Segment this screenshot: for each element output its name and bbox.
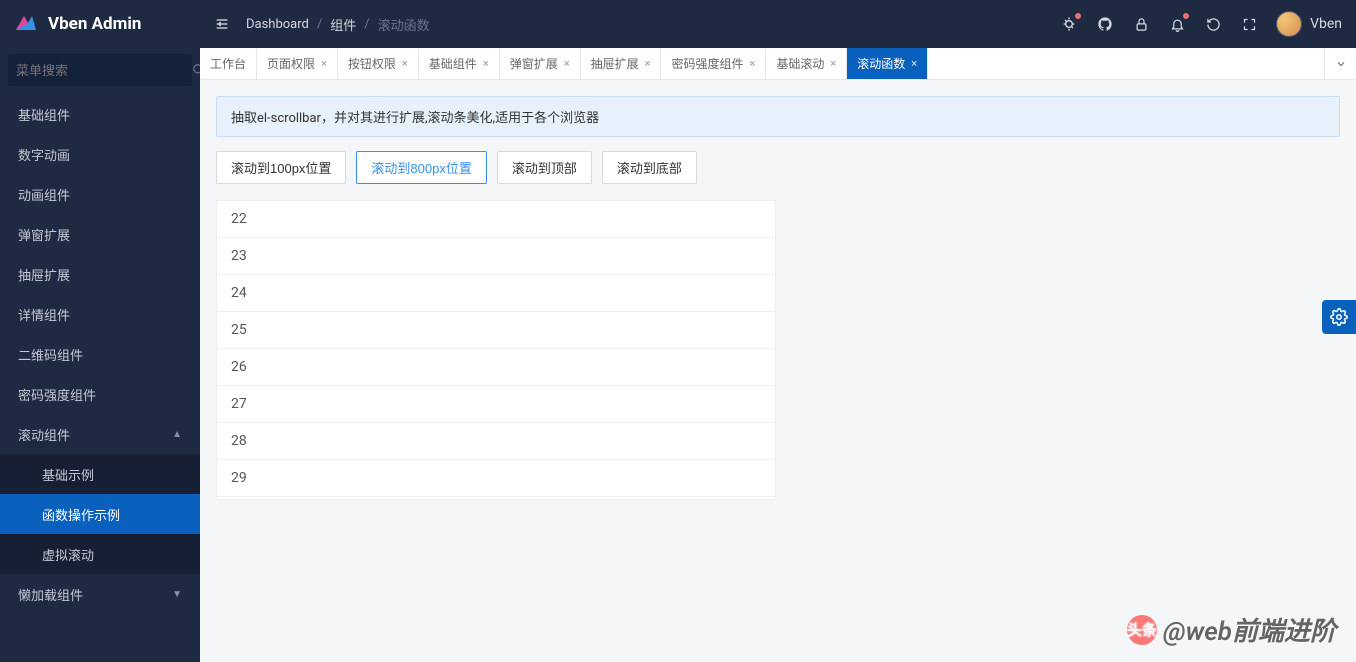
username: Vben bbox=[1310, 16, 1342, 32]
breadcrumb-item: 滚动函数 bbox=[378, 15, 430, 34]
lock-icon[interactable] bbox=[1132, 15, 1150, 33]
fullscreen-icon[interactable] bbox=[1240, 15, 1258, 33]
scroll-to-bottom-button[interactable]: 滚动到底部 bbox=[602, 151, 697, 184]
menu-search[interactable] bbox=[8, 54, 192, 86]
info-alert: 抽取el-scrollbar，并对其进行扩展,滚动条美化,适用于各个浏览器 bbox=[216, 96, 1340, 137]
tab[interactable]: 页面权限× bbox=[257, 48, 338, 79]
list-item: 24 bbox=[217, 275, 775, 312]
sidebar-item[interactable]: 抽屉扩展 bbox=[0, 254, 200, 294]
list-item: 29 bbox=[217, 460, 775, 497]
sidebar: Vben Admin 基础组件 数字动画 动画组件 弹窗扩展 抽屉扩展 详情组件… bbox=[0, 0, 200, 662]
sidebar-item-scroll[interactable]: 滚动组件 ▲ bbox=[0, 414, 200, 454]
tab[interactable]: 弹窗扩展× bbox=[500, 48, 581, 79]
main-area: Dashboard / 组件 / 滚动函数 bbox=[200, 0, 1356, 662]
refresh-icon[interactable] bbox=[1204, 15, 1222, 33]
button-row: 滚动到100px位置 滚动到800px位置 滚动到顶部 滚动到底部 bbox=[216, 151, 1340, 184]
close-icon[interactable]: × bbox=[564, 57, 570, 70]
tab[interactable]: 基础组件× bbox=[419, 48, 500, 79]
sidebar-item[interactable]: 数字动画 bbox=[0, 134, 200, 174]
close-icon[interactable]: × bbox=[321, 57, 327, 70]
settings-fab[interactable] bbox=[1322, 300, 1356, 334]
scroll-to-top-button[interactable]: 滚动到顶部 bbox=[497, 151, 592, 184]
sidebar-item[interactable]: 二维码组件 bbox=[0, 334, 200, 374]
close-icon[interactable]: × bbox=[402, 57, 408, 70]
close-icon[interactable]: × bbox=[645, 57, 651, 70]
sidebar-item[interactable]: 详情组件 bbox=[0, 294, 200, 334]
sidebar-subitem[interactable]: 虚拟滚动 bbox=[0, 534, 200, 574]
tabs-bar: 工作台 页面权限× 按钮权限× 基础组件× 弹窗扩展× 抽屉扩展× 密码强度组件… bbox=[200, 48, 1356, 80]
header: Dashboard / 组件 / 滚动函数 bbox=[200, 0, 1356, 48]
sidebar-item[interactable]: 密码强度组件 bbox=[0, 374, 200, 414]
breadcrumb-sep: / bbox=[317, 17, 322, 32]
sidebar-subitem[interactable]: 基础示例 bbox=[0, 454, 200, 494]
menu-search-input[interactable] bbox=[16, 63, 192, 78]
list-item: 23 bbox=[217, 238, 775, 275]
sidebar-toggle-icon[interactable] bbox=[214, 16, 230, 32]
watermark-text: @web前端进阶 bbox=[1163, 611, 1336, 648]
logo-icon bbox=[12, 10, 40, 38]
sidebar-item[interactable]: 弹窗扩展 bbox=[0, 214, 200, 254]
list-item: 26 bbox=[217, 349, 775, 386]
chevron-down-icon: ▼ bbox=[172, 589, 182, 600]
tabs-list: 工作台 页面权限× 按钮权限× 基础组件× 弹窗扩展× 抽屉扩展× 密码强度组件… bbox=[200, 48, 1324, 79]
tab[interactable]: 工作台 bbox=[200, 48, 257, 79]
bell-icon[interactable] bbox=[1168, 15, 1186, 33]
scroll-to-800-button[interactable]: 滚动到800px位置 bbox=[356, 151, 486, 184]
page-content: 抽取el-scrollbar，并对其进行扩展,滚动条美化,适用于各个浏览器 滚动… bbox=[200, 80, 1356, 662]
sidebar-item-lazy[interactable]: 懒加载组件 ▼ bbox=[0, 574, 200, 614]
watermark: 头条 @web前端进阶 bbox=[1127, 611, 1336, 648]
close-icon[interactable]: × bbox=[830, 57, 836, 70]
list-item: 28 bbox=[217, 423, 775, 460]
notification-dot bbox=[1075, 13, 1081, 19]
tabs-dropdown-icon[interactable] bbox=[1324, 48, 1356, 79]
tab[interactable]: 抽屉扩展× bbox=[581, 48, 662, 79]
header-actions: Vben bbox=[1060, 11, 1342, 37]
logo-area[interactable]: Vben Admin bbox=[0, 0, 200, 48]
bug-icon[interactable] bbox=[1060, 15, 1078, 33]
sidebar-item[interactable]: 基础组件 bbox=[0, 94, 200, 134]
breadcrumb-item[interactable]: Dashboard bbox=[246, 17, 309, 32]
close-icon[interactable]: × bbox=[749, 57, 755, 70]
breadcrumb-item[interactable]: 组件 bbox=[330, 15, 356, 34]
close-icon[interactable]: × bbox=[911, 57, 917, 70]
tab[interactable]: 基础滚动× bbox=[766, 48, 847, 79]
chevron-up-icon: ▲ bbox=[172, 429, 182, 440]
notification-dot bbox=[1183, 13, 1189, 19]
scroll-panel: 22 23 24 25 26 27 28 29 bbox=[216, 200, 776, 500]
list-item: 27 bbox=[217, 386, 775, 423]
sidebar-menu: 基础组件 数字动画 动画组件 弹窗扩展 抽屉扩展 详情组件 二维码组件 密码强度… bbox=[0, 94, 200, 662]
breadcrumb: Dashboard / 组件 / 滚动函数 bbox=[246, 15, 430, 34]
tab[interactable]: 按钮权限× bbox=[338, 48, 419, 79]
user-menu[interactable]: Vben bbox=[1276, 11, 1342, 37]
scroll-to-100-button[interactable]: 滚动到100px位置 bbox=[216, 151, 346, 184]
sidebar-subitem[interactable]: 函数操作示例 bbox=[0, 494, 200, 534]
avatar bbox=[1276, 11, 1302, 37]
github-icon[interactable] bbox=[1096, 15, 1114, 33]
gear-icon bbox=[1330, 308, 1348, 326]
breadcrumb-sep: / bbox=[364, 17, 369, 32]
watermark-badge: 头条 bbox=[1127, 615, 1157, 645]
list-item: 22 bbox=[217, 201, 775, 238]
scroll-container[interactable]: 22 23 24 25 26 27 28 29 bbox=[217, 201, 775, 499]
sidebar-item[interactable]: 动画组件 bbox=[0, 174, 200, 214]
tab[interactable]: 滚动函数× bbox=[847, 48, 928, 79]
close-icon[interactable]: × bbox=[483, 57, 489, 70]
app-name: Vben Admin bbox=[48, 14, 141, 34]
list-item: 25 bbox=[217, 312, 775, 349]
tab[interactable]: 密码强度组件× bbox=[661, 48, 766, 79]
